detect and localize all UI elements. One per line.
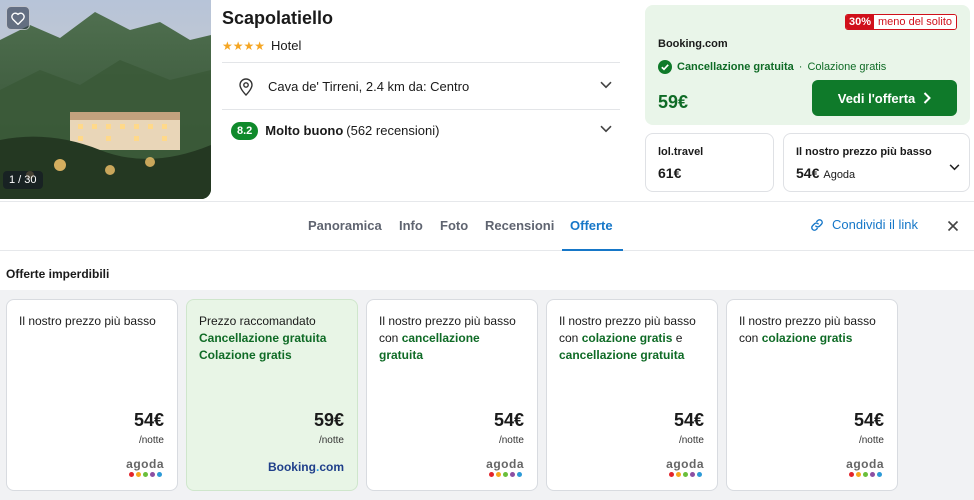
lowest-price-provider: Agoda <box>823 169 856 181</box>
deal-text: e <box>672 331 683 345</box>
deals-section-title: Offerte imperdibili <box>6 267 110 281</box>
alt-offer-provider: lol.travel <box>658 146 704 158</box>
tab-panoramica[interactable]: Panoramica <box>308 218 382 233</box>
deal-price: 54€ <box>853 410 884 430</box>
agoda-logo: agoda <box>846 457 884 477</box>
share-link-label: Condividi il link <box>832 217 918 232</box>
chevron-down-icon[interactable] <box>600 76 612 94</box>
star-rating: ★★★★ <box>222 38 266 53</box>
feature-separator: · <box>798 61 803 73</box>
deal-card-recommended[interactable]: Prezzo raccomandato Cancellazione gratui… <box>186 299 358 491</box>
deals-list: Il nostro prezzo più basso 54€ /notte ag… <box>0 290 974 500</box>
active-tab-indicator <box>562 249 623 251</box>
main-offer-provider: Booking.com <box>658 38 728 50</box>
deal-text: Il nostro prezzo più basso <box>19 314 156 328</box>
view-offer-label: Vedi l'offerta <box>837 90 916 106</box>
main-offer-features: Cancellazione gratuita · Colazione grati… <box>658 60 886 74</box>
deal-description: Il nostro prezzo più basso con colazione… <box>739 313 887 347</box>
review-score-row[interactable]: 8.2 Molto buono (562 recensioni) <box>222 109 620 151</box>
deal-unit: /notte <box>318 435 344 446</box>
main-offer-card[interactable]: 30% meno del solito Booking.com Cancella… <box>645 5 970 125</box>
lowest-price-card[interactable]: Il nostro prezzo più basso 54€ Agoda <box>783 133 970 192</box>
hotel-rating-row: ★★★★ Hotel <box>222 38 301 53</box>
deal-card[interactable]: Il nostro prezzo più basso con cancellaz… <box>366 299 538 491</box>
favorite-button[interactable] <box>6 6 30 30</box>
review-score-label: Molto buono <box>265 123 344 138</box>
alt-offer-price: 61€ <box>658 165 681 181</box>
chevron-down-icon[interactable] <box>949 158 960 176</box>
deal-highlight: colazione gratis <box>581 331 673 345</box>
free-cancellation-text: Cancellazione gratuita <box>677 61 794 73</box>
deal-card[interactable]: Il nostro prezzo più basso con colazione… <box>726 299 898 491</box>
chevron-down-icon[interactable] <box>600 120 612 138</box>
agoda-logo-text: agoda <box>666 457 704 471</box>
lowest-price-title: Il nostro prezzo più basso <box>796 146 932 158</box>
agoda-logo-text: agoda <box>126 457 164 471</box>
photo-counter: 1 / 30 <box>3 171 43 189</box>
discount-percent: 30% <box>845 15 874 29</box>
link-icon <box>811 218 823 231</box>
deal-price: 54€ <box>493 410 524 430</box>
deal-card[interactable]: Il nostro prezzo più basso con colazione… <box>546 299 718 491</box>
hotel-photo[interactable]: 1 / 30 <box>0 0 211 199</box>
deal-price: 54€ <box>673 410 704 430</box>
deal-unit: /notte <box>678 435 704 446</box>
agoda-logo-text: agoda <box>486 457 524 471</box>
discount-badge: 30% meno del solito <box>844 14 957 30</box>
review-score-badge: 8.2 <box>231 121 259 140</box>
deal-highlight: Cancellazione gratuita <box>199 331 327 345</box>
agoda-logo: agoda <box>666 457 704 477</box>
hotel-type: Hotel <box>271 38 302 53</box>
heart-icon <box>11 12 25 25</box>
map-pin-icon <box>236 77 256 96</box>
booking-logo-dot: . <box>315 460 320 474</box>
main-offer-price: 59€ <box>658 92 689 112</box>
close-icon[interactable] <box>947 219 959 237</box>
lowest-price-value: 54€ <box>796 165 820 181</box>
tab-offerte[interactable]: Offerte <box>570 218 613 233</box>
deal-description: Il nostro prezzo più basso con cancellaz… <box>379 313 527 364</box>
deal-description: Il nostro prezzo più basso <box>19 313 167 330</box>
chevron-right-icon <box>924 92 932 104</box>
deal-highlight: Colazione gratis <box>199 348 292 362</box>
breakfast-text: Colazione gratis <box>807 61 887 73</box>
deal-unit: /notte <box>858 435 884 446</box>
deal-description: Il nostro prezzo più basso con colazione… <box>559 313 707 364</box>
alt-offer-price-value: 61€ <box>658 165 682 181</box>
tab-foto[interactable]: Foto <box>440 218 468 233</box>
deal-text: Prezzo raccomandato <box>199 314 316 328</box>
deal-unit: /notte <box>498 435 524 446</box>
booking-logo: Booking.com <box>268 457 344 474</box>
detail-tabs: Panoramica Info Foto Recensioni Offerte … <box>0 201 974 251</box>
deal-card[interactable]: Il nostro prezzo più basso 54€ /notte ag… <box>6 299 178 491</box>
location-row[interactable]: Cava de' Tirreni, 2.4 km da: Centro <box>222 62 620 110</box>
lowest-price-price: 54€ Agoda <box>796 165 855 181</box>
discount-text: meno del solito <box>874 15 956 29</box>
deal-price: 59€ <box>313 410 344 430</box>
booking-logo-text: Booking.com <box>267 460 344 474</box>
review-count: (562 recensioni) <box>346 123 440 138</box>
tab-recensioni[interactable]: Recensioni <box>485 218 554 233</box>
location-text: Cava de' Tirreni, 2.4 km da: Centro <box>268 79 470 94</box>
deal-unit: /notte <box>138 435 164 446</box>
agoda-logo: agoda <box>486 457 524 477</box>
check-circle-icon <box>658 60 672 74</box>
alt-offer-card[interactable]: lol.travel 61€ <box>645 133 774 192</box>
deal-highlight: cancellazione gratuita <box>559 348 685 362</box>
deal-highlight: colazione gratis <box>761 331 853 345</box>
deal-description: Prezzo raccomandato Cancellazione gratui… <box>199 313 347 364</box>
deal-price: 54€ <box>133 410 164 430</box>
share-link-button[interactable]: Condividi il link <box>810 217 918 232</box>
tab-info[interactable]: Info <box>399 218 423 233</box>
agoda-logo: agoda <box>126 457 164 477</box>
hotel-photo-image <box>0 0 211 199</box>
agoda-logo-text: agoda <box>846 457 884 471</box>
hotel-name[interactable]: Scapolatiello <box>222 8 333 29</box>
view-offer-button[interactable]: Vedi l'offerta <box>812 80 957 116</box>
